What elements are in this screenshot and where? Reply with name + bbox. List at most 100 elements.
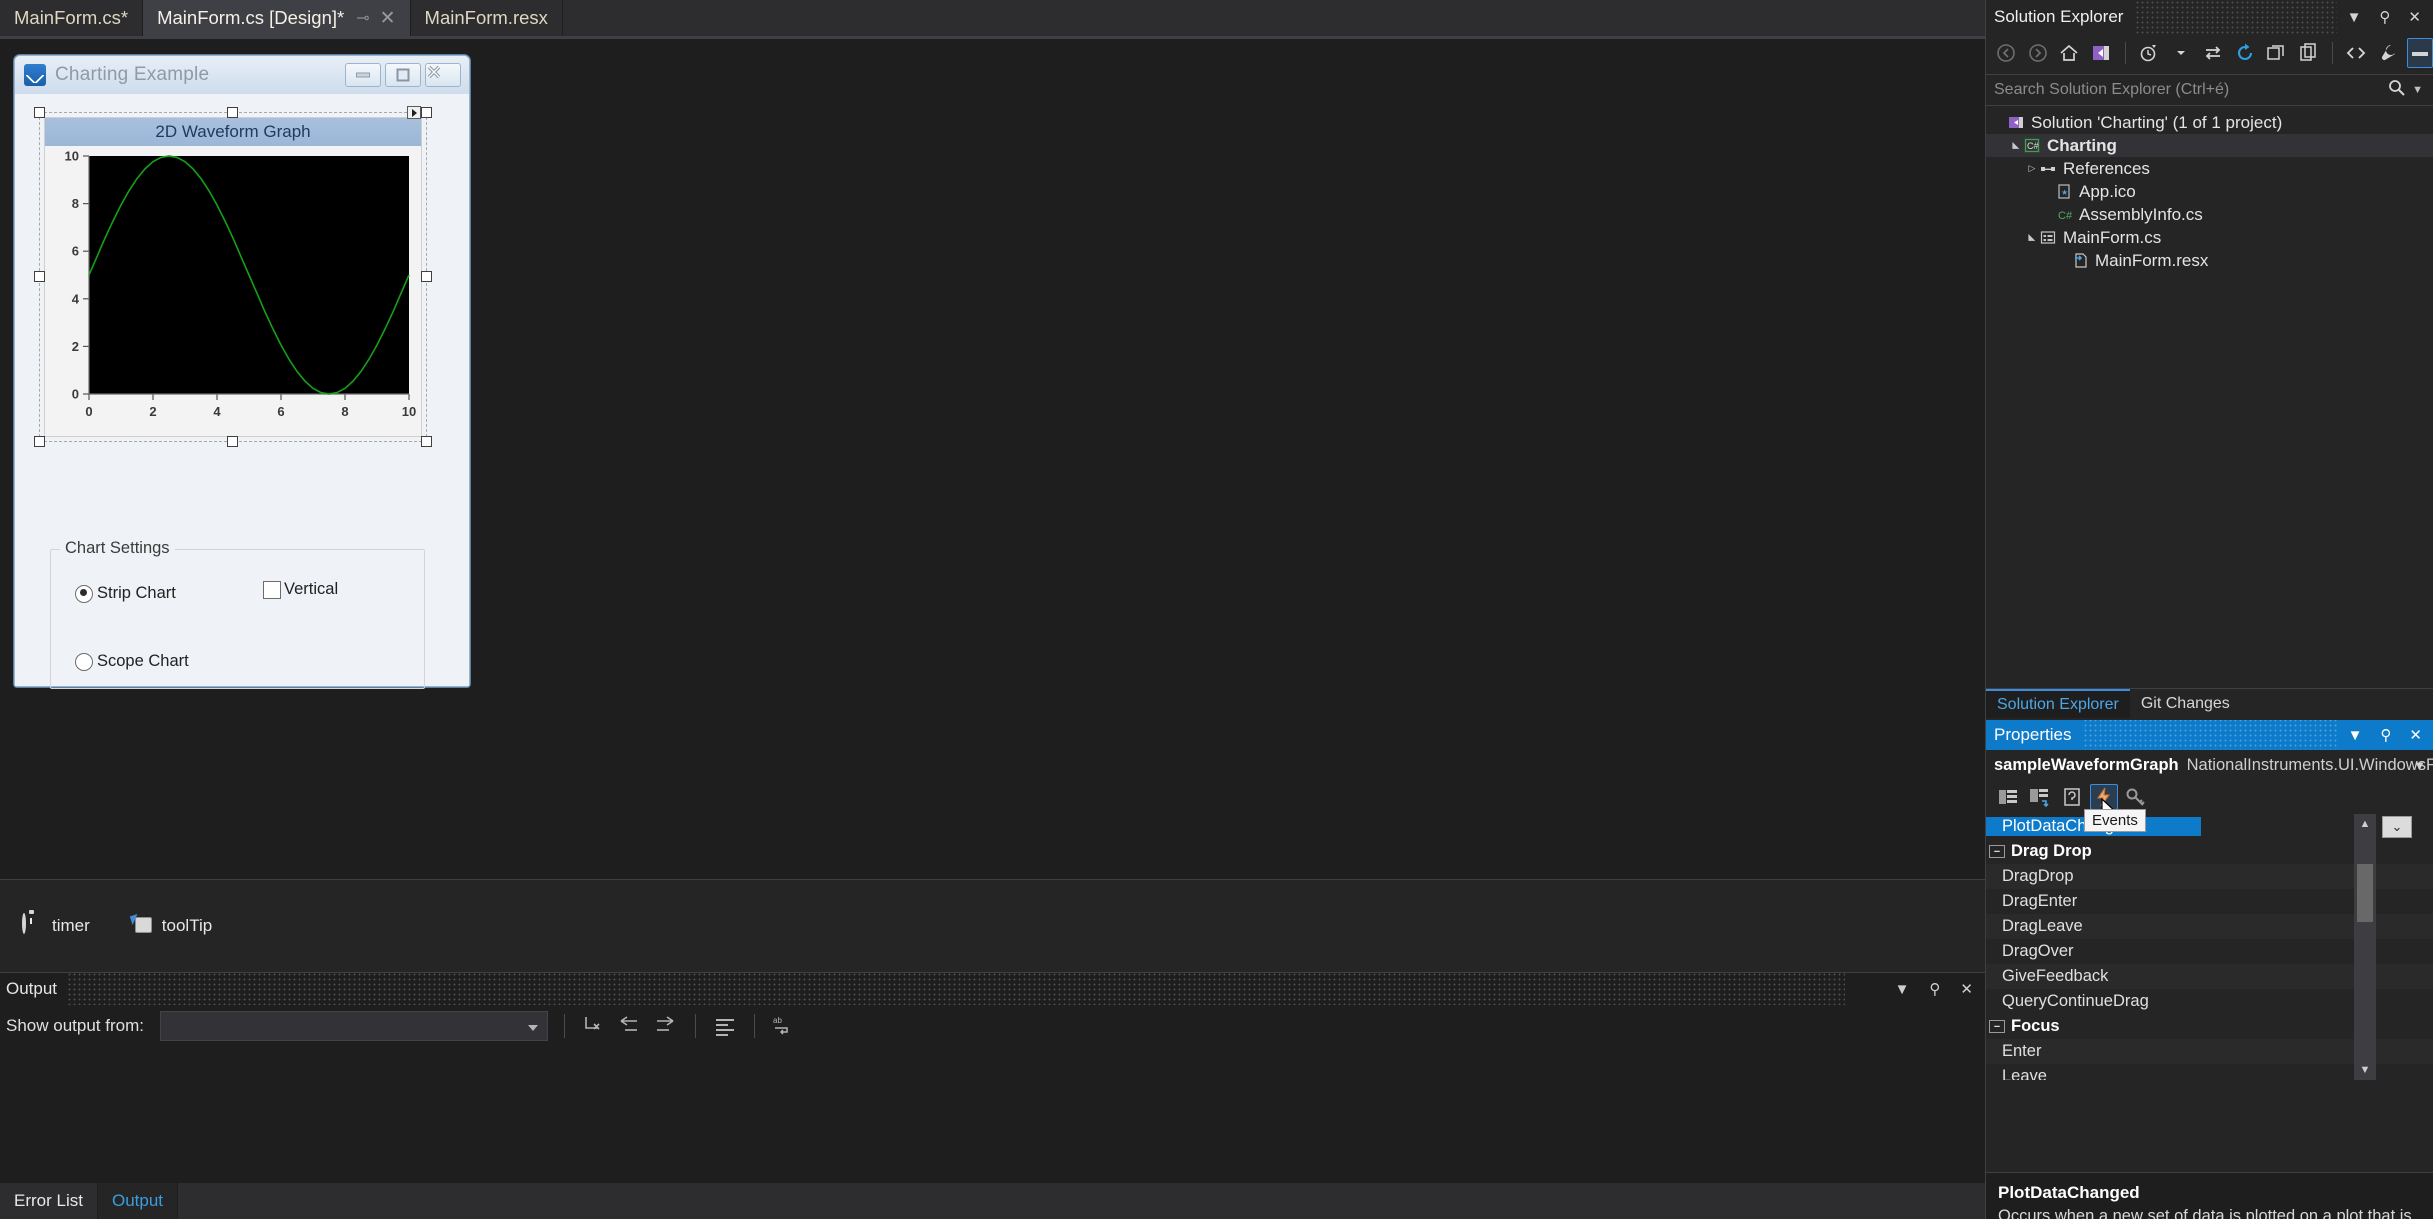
- drag-handle-dots[interactable]: [67, 973, 1845, 1005]
- chevron-down-icon[interactable]: ▼: [2413, 758, 2426, 773]
- close-icon[interactable]: ✕: [2409, 726, 2422, 744]
- collapse-icon[interactable]: −: [1989, 1020, 2005, 1033]
- go-to-previous-message-icon[interactable]: [617, 1013, 643, 1039]
- resize-grip-top-right[interactable]: [421, 107, 432, 118]
- search-icon[interactable]: [2387, 78, 2406, 102]
- scroll-down-icon[interactable]: ▼: [2354, 1060, 2376, 1080]
- close-button[interactable]: [425, 63, 461, 87]
- radio-scope-chart[interactable]: Scope Chart: [75, 652, 189, 671]
- resize-grip-bottom-left[interactable]: [34, 436, 45, 447]
- component-tray[interactable]: timer toolTip: [0, 879, 1985, 972]
- chevron-down-icon[interactable]: ◢: [2011, 138, 2022, 154]
- refresh-icon[interactable]: [2232, 38, 2258, 68]
- pin-icon[interactable]: ⊸: [356, 8, 369, 28]
- checkbox-vertical[interactable]: Vertical: [263, 580, 338, 599]
- winform-preview[interactable]: Charting Example 2D Waveform Graph 0 2 4…: [14, 55, 470, 689]
- tree-item-charting[interactable]: ◢ C# Charting: [1986, 134, 2433, 157]
- resize-grip-top-left[interactable]: [34, 107, 45, 118]
- tab-output[interactable]: Output: [97, 1183, 179, 1219]
- tab-mainform-resx[interactable]: MainForm.resx: [410, 0, 563, 36]
- sync-with-active-document-icon[interactable]: [2200, 38, 2226, 68]
- tree-item-solution-charting-1-of-1-project[interactable]: Solution 'Charting' (1 of 1 project): [1986, 111, 2433, 134]
- tree-item-assemblyinfo-cs[interactable]: C# AssemblyInfo.cs: [1986, 203, 2433, 226]
- vs-solution-icon[interactable]: [2088, 38, 2114, 68]
- tree-item-mainform-resx[interactable]: MainForm.resx: [1986, 249, 2433, 272]
- resize-grip-middle-left[interactable]: [34, 271, 45, 282]
- graph-selection-frame[interactable]: 2D Waveform Graph 0 2 4 6 8 10 0 2 4 6 8 10: [34, 106, 432, 447]
- tree-item-references[interactable]: ▷ References: [1986, 157, 2433, 180]
- smart-tag-icon[interactable]: [407, 106, 421, 119]
- tray-item-tooltip[interactable]: toolTip: [132, 915, 212, 937]
- properties-wrench-icon[interactable]: [2375, 38, 2401, 68]
- tree-item-mainform-cs[interactable]: ◢ MainForm.cs: [1986, 226, 2433, 249]
- chevron-right-icon[interactable]: ▷: [2024, 163, 2040, 174]
- show-output-from-label: Show output from:: [6, 1016, 144, 1035]
- show-all-files-icon[interactable]: [2295, 38, 2321, 68]
- tooltip-text: Events: [2092, 812, 2138, 829]
- drag-handle-dots[interactable]: [2135, 0, 2337, 34]
- tab-error-list[interactable]: Error List: [0, 1183, 98, 1219]
- tab-mainform-cs[interactable]: MainForm.cs*: [0, 0, 144, 36]
- close-icon[interactable]: ✕: [2408, 8, 2421, 26]
- resize-grip-bottom-right[interactable]: [421, 436, 432, 447]
- back-arrow-icon[interactable]: [1993, 38, 2019, 68]
- home-icon[interactable]: [2056, 38, 2082, 68]
- code-view-icon[interactable]: [2344, 38, 2370, 68]
- event-name: GiveFeedback: [2002, 967, 2109, 985]
- find-message-icon[interactable]: [581, 1013, 607, 1039]
- categorized-icon[interactable]: [1994, 784, 2022, 810]
- tab-git-changes[interactable]: Git Changes: [2130, 689, 2241, 718]
- graph-plot-area: 0 2 4 6 8 10 0 2 4 6 8 10: [45, 146, 421, 436]
- go-to-next-message-icon[interactable]: [653, 1013, 679, 1039]
- sample-waveform-graph[interactable]: 2D Waveform Graph 0 2 4 6 8 10 0 2 4 6 8 10: [44, 117, 422, 437]
- tab-mainform-cs-design[interactable]: MainForm.cs [Design]* ⊸ ✕: [143, 0, 411, 36]
- value-dropdown-button[interactable]: ⌄: [2382, 816, 2412, 838]
- minimize-button[interactable]: [345, 63, 381, 87]
- output-panel-header: Output ▼ ⚲ ✕: [0, 973, 1985, 1005]
- resize-grip-middle-right[interactable]: [421, 271, 432, 282]
- tab-solution-explorer[interactable]: Solution Explorer: [1986, 689, 2130, 718]
- properties-object-selector[interactable]: sampleWaveformGraph NationalInstruments.…: [1986, 750, 2433, 780]
- properties-scrollbar[interactable]: ▲ ▼: [2354, 814, 2376, 1080]
- form-designer-surface[interactable]: Charting Example 2D Waveform Graph 0 2 4…: [0, 39, 1985, 879]
- show-output-from-select[interactable]: [159, 1011, 548, 1041]
- checkbox-indicator: [263, 580, 281, 599]
- drag-handle-dots[interactable]: [2083, 720, 2338, 750]
- svg-text:2: 2: [149, 404, 156, 419]
- resize-grip-top-center[interactable]: [227, 107, 238, 118]
- forward-arrow-icon[interactable]: [2025, 38, 2051, 68]
- maximize-button[interactable]: [385, 63, 421, 87]
- chevron-down-icon[interactable]: ◢: [2027, 230, 2038, 246]
- pin-icon[interactable]: ⚲: [2380, 726, 2391, 744]
- pending-changes-icon[interactable]: [2137, 38, 2163, 68]
- solution-explorer-tree[interactable]: Solution 'Charting' (1 of 1 project) ◢ C# C…: [1986, 106, 2433, 272]
- chevron-down-icon[interactable]: [2168, 38, 2194, 68]
- tray-item-timer[interactable]: timer: [22, 913, 90, 937]
- scrollbar-thumb[interactable]: [2357, 864, 2373, 922]
- chevron-down-icon[interactable]: ▼: [2412, 84, 2423, 96]
- chevron-down-icon[interactable]: ▼: [2347, 9, 2362, 26]
- close-icon[interactable]: ✕: [1960, 980, 1973, 998]
- chevron-down-icon[interactable]: ▼: [2348, 727, 2363, 744]
- property-pages-key-icon[interactable]: [2122, 784, 2150, 810]
- alphabetical-icon[interactable]: [2026, 784, 2054, 810]
- properties-grid[interactable]: PlotDataChanged − Drag Drop DragDrop DragEnt…: [1986, 814, 2433, 1080]
- collapse-icon[interactable]: −: [1989, 845, 2005, 858]
- tab-label: Solution Explorer: [1997, 695, 2119, 713]
- toggle-word-wrap-icon[interactable]: ab: [771, 1013, 797, 1039]
- close-icon[interactable]: ✕: [380, 7, 396, 30]
- preview-selected-items-icon[interactable]: [2406, 38, 2433, 68]
- tree-item-app-ico[interactable]: ★ App.ico: [1986, 180, 2433, 203]
- scroll-up-icon[interactable]: ▲: [2354, 814, 2376, 834]
- properties-page-icon[interactable]: [2058, 784, 2086, 810]
- solution-explorer-search[interactable]: Search Solution Explorer (Ctrl+é) ▼: [1986, 74, 2433, 106]
- pin-icon[interactable]: ⚲: [2379, 8, 2390, 26]
- chevron-down-icon[interactable]: ▼: [1895, 981, 1910, 998]
- collapse-all-icon[interactable]: [2263, 38, 2289, 68]
- pin-icon[interactable]: ⚲: [1929, 980, 1940, 998]
- search-input[interactable]: Search Solution Explorer (Ctrl+é): [1994, 81, 2229, 99]
- clear-all-icon[interactable]: [712, 1013, 738, 1039]
- resize-grip-bottom-center[interactable]: [227, 436, 238, 447]
- output-panel-content[interactable]: [0, 1047, 1985, 1167]
- radio-strip-chart[interactable]: Strip Chart: [75, 584, 176, 603]
